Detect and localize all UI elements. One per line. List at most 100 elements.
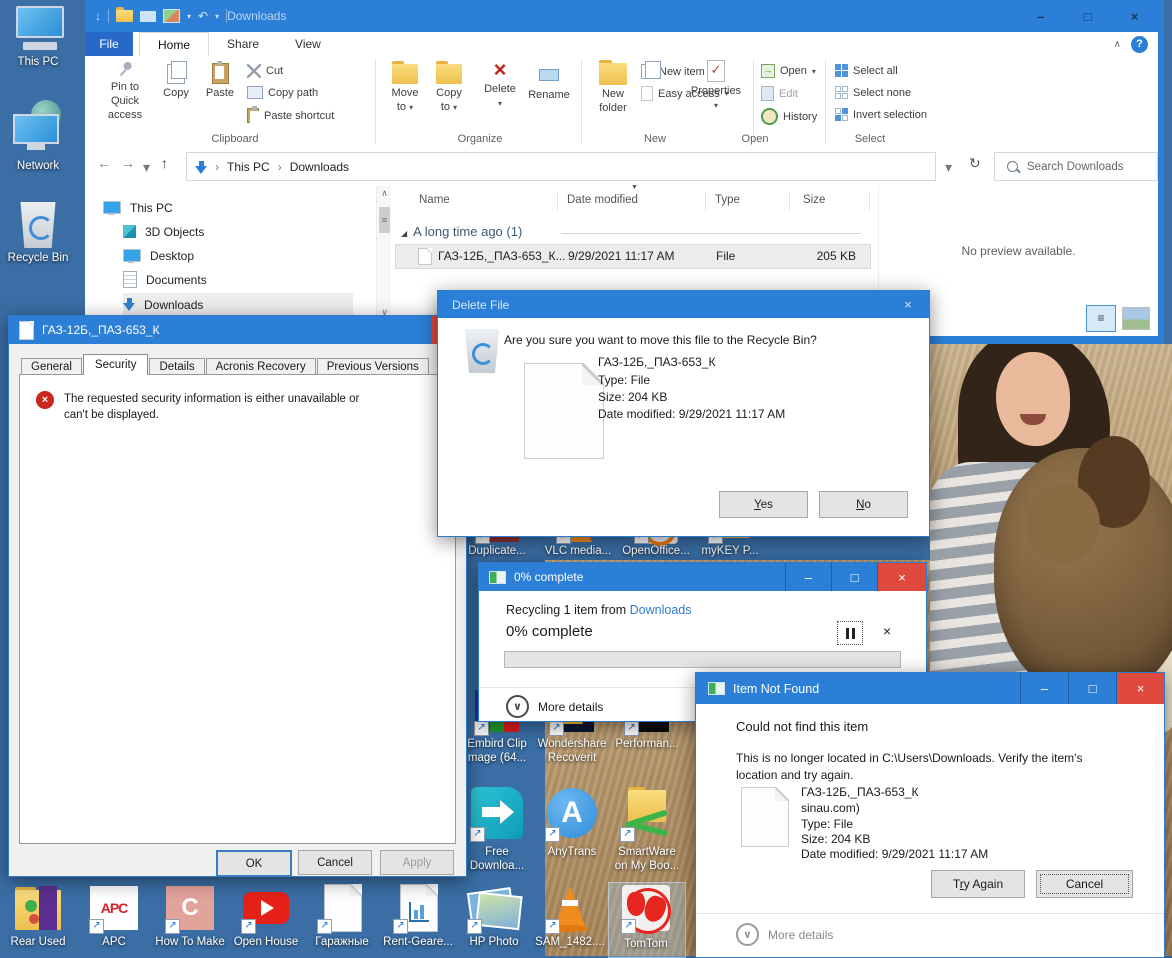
address-dropdown[interactable]: ▾ [945, 159, 952, 176]
paste-button[interactable]: Paste [199, 60, 241, 101]
rename-button[interactable]: Rename [523, 60, 575, 103]
tree-item-downloads[interactable]: Downloads [123, 293, 353, 316]
back-button[interactable]: ← [97, 155, 111, 171]
progress-title-bar[interactable]: 0% complete – □ × [479, 563, 926, 591]
desktop-icon-sam-video[interactable]: SAM_1482.... [532, 884, 608, 948]
delete-button[interactable]: × Delete ▾ [477, 59, 523, 111]
qat-undo-icon[interactable]: ↶ [198, 9, 208, 23]
column-header-name[interactable]: Name [419, 194, 450, 206]
new-folder-button[interactable]: New folder [589, 60, 637, 116]
tab-security[interactable]: Security [82, 354, 149, 375]
tab-details[interactable]: Details [149, 358, 205, 375]
cancel-button[interactable]: Cancel [1036, 870, 1133, 898]
close-button[interactable]: × [877, 563, 926, 591]
tab-share[interactable]: Share [209, 32, 277, 56]
select-none-button[interactable]: Select none [835, 86, 911, 99]
yes-button[interactable]: Yes [719, 491, 808, 518]
up-button[interactable]: ↑ [161, 155, 168, 171]
search-box[interactable]: Search Downloads [994, 152, 1158, 181]
close-button[interactable]: × [1116, 673, 1164, 704]
copy-button[interactable]: Copy [155, 60, 197, 101]
properties-button[interactable]: ✓ Properties ▾ [685, 60, 747, 113]
invert-selection-button[interactable]: Invert selection [835, 108, 927, 121]
qat-customize-icon[interactable]: ▾ [215, 12, 219, 21]
desktop-icon-rear-used[interactable]: Rear Used [0, 884, 76, 948]
paste-shortcut-button[interactable]: Paste shortcut [247, 106, 334, 124]
more-details-toggle[interactable]: ∨ More details [506, 695, 603, 718]
column-header-size[interactable]: Size [803, 194, 825, 206]
qat-folder-icon[interactable] [116, 7, 133, 22]
minimize-button[interactable]: – [1020, 673, 1068, 704]
cancel-button[interactable]: Cancel [298, 850, 372, 875]
close-button[interactable]: × [887, 291, 929, 318]
cut-button[interactable]: Cut [247, 64, 283, 78]
minimize-button[interactable]: – [1017, 0, 1064, 32]
tab-home[interactable]: Home [139, 32, 210, 56]
desktop-icon-apc[interactable]: APC APC [76, 884, 152, 948]
pause-button[interactable] [837, 621, 863, 645]
ribbon-collapse-icon[interactable]: ∧ [1114, 39, 1121, 50]
tree-scrollbar[interactable]: ∧ ≡ ∨ [376, 186, 392, 336]
desktop-icon-garazhnye[interactable]: Гаражные [304, 884, 380, 948]
close-button[interactable]: × [1111, 0, 1158, 32]
qat-picture-icon[interactable] [163, 9, 180, 23]
apply-button[interactable]: Apply [380, 850, 454, 875]
tab-view[interactable]: View [277, 32, 339, 56]
thumbnail-view-toggle[interactable] [1122, 307, 1150, 330]
desktop-icon-network[interactable]: Network [0, 100, 76, 172]
group-header[interactable]: ◢ A long time ago (1) [401, 224, 522, 239]
qat-caret-icon[interactable]: ▾ [187, 12, 191, 21]
desktop-icon-rent-geared[interactable]: Rent-Geare... [380, 884, 456, 948]
ok-button[interactable]: OK [216, 850, 292, 877]
group-collapse-icon[interactable]: ◢ [401, 229, 407, 238]
refresh-button[interactable]: ↻ [969, 155, 981, 172]
column-header-date[interactable]: Date modified [567, 194, 638, 206]
scroll-up-arrow[interactable]: ∧ [377, 186, 392, 201]
desktop-icon-open-house[interactable]: Open House [228, 884, 304, 948]
downloads-link[interactable]: Downloads [630, 603, 692, 617]
desktop-icon-recycle-bin[interactable]: Recycle Bin [0, 198, 76, 264]
select-all-button[interactable]: Select all [835, 64, 898, 77]
tab-file[interactable]: File [85, 32, 133, 56]
tab-previous-versions[interactable]: Previous Versions [316, 358, 429, 375]
tree-item-this-pc[interactable]: This PC [103, 196, 173, 219]
history-button[interactable]: History [761, 108, 817, 125]
no-button[interactable]: No [819, 491, 908, 518]
tree-item-desktop[interactable]: Desktop [123, 244, 194, 267]
copy-path-button[interactable]: Copy path [247, 86, 318, 99]
desktop-icon-smartware[interactable]: SmartWare on My Boo... [609, 786, 685, 872]
notfound-title-bar[interactable]: Item Not Found – □ × [696, 673, 1164, 704]
tab-general[interactable]: General [21, 358, 82, 375]
more-details-toggle[interactable]: ∨ More details [736, 923, 833, 946]
edit-button[interactable]: Edit [761, 86, 798, 101]
recent-locations-dropdown[interactable]: ▾ [143, 159, 150, 176]
tree-item-documents[interactable]: Documents [123, 268, 207, 291]
desktop-icon-tomtom[interactable]: TomTom [608, 882, 686, 958]
tab-acronis-recovery[interactable]: Acronis Recovery [205, 358, 316, 375]
properties-title-bar[interactable]: ГАЗ-12Б,_ПАЗ-653_К × [9, 316, 466, 344]
desktop-icon-this-pc[interactable]: This PC [0, 4, 76, 68]
qat-monitor-icon[interactable] [140, 10, 156, 22]
maximize-button[interactable]: □ [1068, 673, 1116, 704]
delete-title-bar[interactable]: Delete File × [438, 291, 929, 318]
forward-button[interactable]: → [121, 155, 135, 171]
column-header-type[interactable]: Type [715, 194, 740, 206]
cancel-operation-button[interactable]: × [883, 623, 891, 639]
maximize-button[interactable]: □ [1064, 0, 1111, 32]
desktop-icon-free-download[interactable]: Free Downloa... [459, 786, 535, 872]
pin-to-quick-access-button[interactable]: Pin to Quick access [97, 60, 153, 122]
scroll-thumb[interactable]: ≡ [379, 207, 390, 233]
desktop-icon-hp-photo[interactable]: HP Photo [456, 884, 532, 948]
help-icon[interactable]: ? [1131, 35, 1148, 53]
address-bar[interactable]: › This PC › Downloads [186, 152, 936, 181]
maximize-button[interactable]: □ [831, 563, 877, 591]
desktop-icon-how-to-make[interactable]: C How To Make [152, 884, 228, 948]
minimize-button[interactable]: – [785, 563, 831, 591]
move-to-button[interactable]: Move to ▾ [383, 60, 427, 115]
explorer-title-bar[interactable]: ↓ ▾ ↶ ▾ Downloads – □ × [85, 0, 1158, 32]
breadcrumb-this-pc[interactable]: This PC [227, 160, 270, 174]
details-view-toggle[interactable]: ≡ [1086, 305, 1116, 332]
desktop-icon-anytrans[interactable]: A AnyTrans [534, 786, 610, 858]
tree-item-3d-objects[interactable]: 3D Objects [123, 220, 204, 243]
breadcrumb-downloads[interactable]: Downloads [290, 160, 349, 174]
